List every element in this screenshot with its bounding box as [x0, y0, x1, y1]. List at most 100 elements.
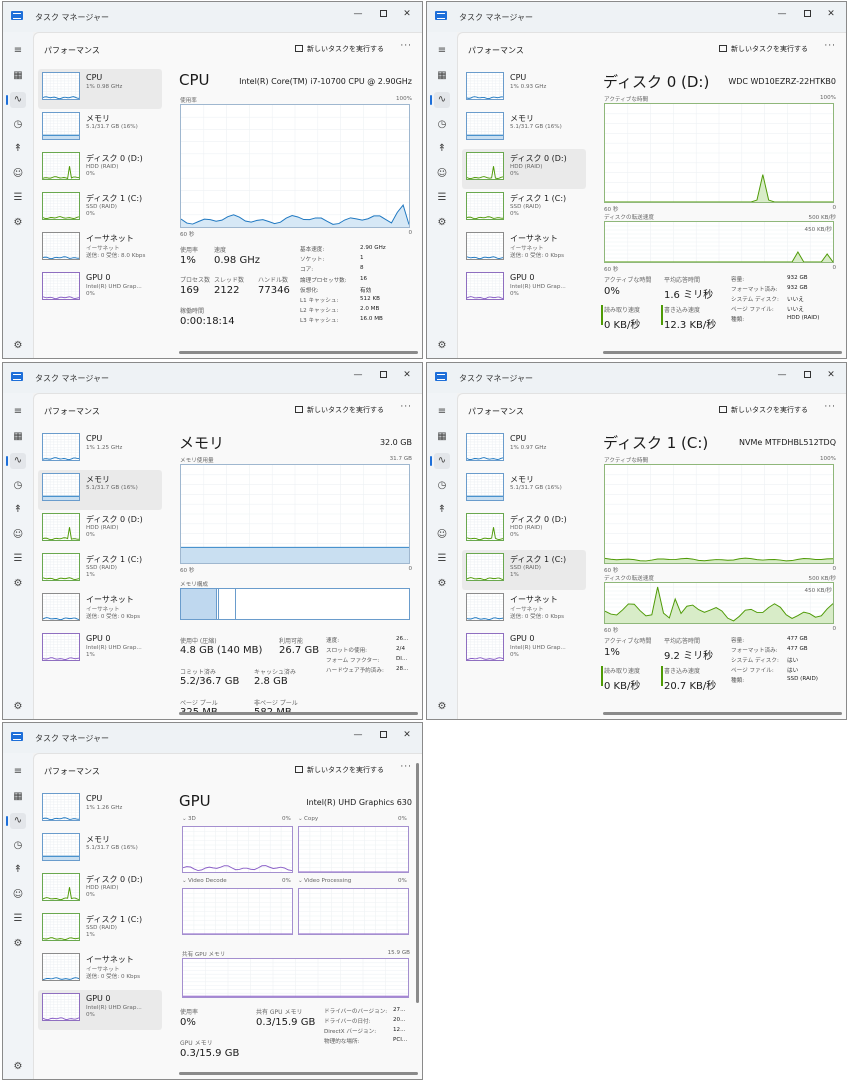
sidebar-item[interactable]: CPU 1% 1.25 GHz: [38, 430, 162, 470]
settings-icon[interactable]: ⚙: [10, 338, 26, 354]
users-icon[interactable]: ☺: [434, 527, 450, 543]
details-icon[interactable]: ☰: [10, 190, 26, 206]
processes-icon[interactable]: ▦: [434, 68, 450, 84]
maximize-button[interactable]: [799, 7, 815, 21]
users-icon[interactable]: ☺: [10, 166, 26, 182]
chevron-down-icon[interactable]: ⌄: [298, 816, 303, 822]
services-icon[interactable]: ⚙: [434, 215, 450, 231]
processes-icon[interactable]: ▦: [434, 429, 450, 445]
startup-icon[interactable]: ↟: [434, 502, 450, 518]
close-button[interactable]: ✕: [399, 728, 415, 742]
app-history-icon[interactable]: ◷: [10, 478, 26, 494]
processes-icon[interactable]: ▦: [10, 429, 26, 445]
app-history-icon[interactable]: ◷: [10, 838, 26, 854]
horizontal-scrollbar[interactable]: [603, 712, 842, 715]
sidebar-item[interactable]: CPU 1% 0.93 GHz: [462, 69, 586, 109]
sidebar-item[interactable]: GPU 0 Intel(R) UHD Grap... 0%: [462, 630, 586, 670]
maximize-button[interactable]: [799, 368, 815, 382]
hamburger-icon[interactable]: ≡: [10, 404, 26, 420]
services-icon[interactable]: ⚙: [434, 576, 450, 592]
sidebar-item[interactable]: CPU 1% 0.97 GHz: [462, 430, 586, 470]
maximize-button[interactable]: [375, 728, 391, 742]
startup-icon[interactable]: ↟: [10, 141, 26, 157]
hamburger-icon[interactable]: ≡: [434, 404, 450, 420]
sidebar-item[interactable]: CPU 1% 0.98 GHz: [38, 69, 162, 109]
sidebar-item[interactable]: CPU 1% 1.26 GHz: [38, 790, 162, 830]
new-task-button[interactable]: 新しいタスクを実行する: [295, 44, 384, 54]
sidebar-item[interactable]: ディスク 1 (C:) SSD (RAID) 1%: [462, 550, 586, 590]
minimize-button[interactable]: —: [774, 7, 790, 21]
close-button[interactable]: ✕: [823, 368, 839, 382]
sidebar-item[interactable]: GPU 0 Intel(R) UHD Grap... 0%: [462, 269, 586, 309]
horizontal-scrollbar[interactable]: [179, 351, 418, 354]
sidebar-item[interactable]: ディスク 0 (D:) HDD (RAID) 0%: [462, 510, 586, 550]
sidebar-item[interactable]: イーサネット イーサネット 送信: 0 受信: 0 Kbps: [462, 590, 586, 630]
minimize-button[interactable]: —: [350, 368, 366, 382]
details-icon[interactable]: ☰: [434, 551, 450, 567]
new-task-button[interactable]: 新しいタスクを実行する: [295, 765, 384, 775]
chevron-down-icon[interactable]: ⌄: [182, 816, 187, 822]
processes-icon[interactable]: ▦: [10, 68, 26, 84]
services-icon[interactable]: ⚙: [10, 936, 26, 952]
details-icon[interactable]: ☰: [10, 551, 26, 567]
sidebar-item[interactable]: ディスク 1 (C:) SSD (RAID) 0%: [462, 189, 586, 229]
performance-icon[interactable]: ∿: [430, 92, 450, 108]
minimize-button[interactable]: —: [350, 7, 366, 21]
hamburger-icon[interactable]: ≡: [434, 43, 450, 59]
new-task-button[interactable]: 新しいタスクを実行する: [295, 405, 384, 415]
sidebar-item[interactable]: イーサネット イーサネット 送信: 0 受信: 8.0 Kbps: [38, 229, 162, 269]
horizontal-scrollbar[interactable]: [603, 351, 842, 354]
sidebar-item[interactable]: ディスク 1 (C:) SSD (RAID) 1%: [38, 550, 162, 590]
more-options-button[interactable]: ···: [400, 41, 412, 51]
performance-icon[interactable]: ∿: [6, 813, 26, 829]
minimize-button[interactable]: —: [774, 368, 790, 382]
app-history-icon[interactable]: ◷: [10, 117, 26, 133]
chevron-down-icon[interactable]: ⌄: [298, 878, 303, 884]
users-icon[interactable]: ☺: [10, 527, 26, 543]
performance-icon[interactable]: ∿: [430, 453, 450, 469]
close-button[interactable]: ✕: [399, 7, 415, 21]
close-button[interactable]: ✕: [399, 368, 415, 382]
sidebar-item[interactable]: メモリ 5.1/31.7 GB (16%): [38, 109, 162, 149]
maximize-button[interactable]: [375, 368, 391, 382]
more-options-button[interactable]: ···: [824, 41, 836, 51]
sidebar-item[interactable]: ディスク 1 (C:) SSD (RAID) 0%: [38, 189, 162, 229]
sidebar-item[interactable]: メモリ 5.1/31.7 GB (16%): [462, 109, 586, 149]
details-icon[interactable]: ☰: [10, 911, 26, 927]
sidebar-item[interactable]: ディスク 0 (D:) HDD (RAID) 0%: [38, 870, 162, 910]
users-icon[interactable]: ☺: [434, 166, 450, 182]
sidebar-item[interactable]: GPU 0 Intel(R) UHD Grap... 0%: [38, 990, 162, 1030]
more-options-button[interactable]: ···: [400, 402, 412, 412]
settings-icon[interactable]: ⚙: [10, 1059, 26, 1075]
sidebar-item[interactable]: メモリ 5.1/31.7 GB (16%): [462, 470, 586, 510]
sidebar-item[interactable]: イーサネット イーサネット 送信: 0 受信: 0 Kbps: [38, 590, 162, 630]
services-icon[interactable]: ⚙: [10, 215, 26, 231]
sidebar-item[interactable]: ディスク 0 (D:) HDD (RAID) 0%: [38, 510, 162, 550]
app-history-icon[interactable]: ◷: [434, 117, 450, 133]
services-icon[interactable]: ⚙: [10, 576, 26, 592]
horizontal-scrollbar[interactable]: [179, 1072, 418, 1075]
performance-icon[interactable]: ∿: [6, 92, 26, 108]
chevron-down-icon[interactable]: ⌄: [182, 878, 187, 884]
sidebar-item[interactable]: イーサネット イーサネット 送信: 0 受信: 0 Kbps: [38, 950, 162, 990]
startup-icon[interactable]: ↟: [10, 502, 26, 518]
sidebar-item[interactable]: メモリ 5.1/31.7 GB (16%): [38, 470, 162, 510]
more-options-button[interactable]: ···: [824, 402, 836, 412]
users-icon[interactable]: ☺: [10, 887, 26, 903]
processes-icon[interactable]: ▦: [10, 789, 26, 805]
app-history-icon[interactable]: ◷: [434, 478, 450, 494]
hamburger-icon[interactable]: ≡: [10, 764, 26, 780]
close-button[interactable]: ✕: [823, 7, 839, 21]
sidebar-item[interactable]: ディスク 0 (D:) HDD (RAID) 0%: [38, 149, 162, 189]
more-options-button[interactable]: ···: [400, 762, 412, 772]
sidebar-item[interactable]: GPU 0 Intel(R) UHD Grap... 1%: [38, 630, 162, 670]
startup-icon[interactable]: ↟: [434, 141, 450, 157]
sidebar-item[interactable]: ディスク 0 (D:) HDD (RAID) 0%: [462, 149, 586, 189]
minimize-button[interactable]: —: [350, 728, 366, 742]
sidebar-item[interactable]: GPU 0 Intel(R) UHD Grap... 0%: [38, 269, 162, 309]
new-task-button[interactable]: 新しいタスクを実行する: [719, 44, 808, 54]
new-task-button[interactable]: 新しいタスクを実行する: [719, 405, 808, 415]
performance-icon[interactable]: ∿: [6, 453, 26, 469]
maximize-button[interactable]: [375, 7, 391, 21]
vertical-scrollbar[interactable]: [416, 763, 419, 1003]
